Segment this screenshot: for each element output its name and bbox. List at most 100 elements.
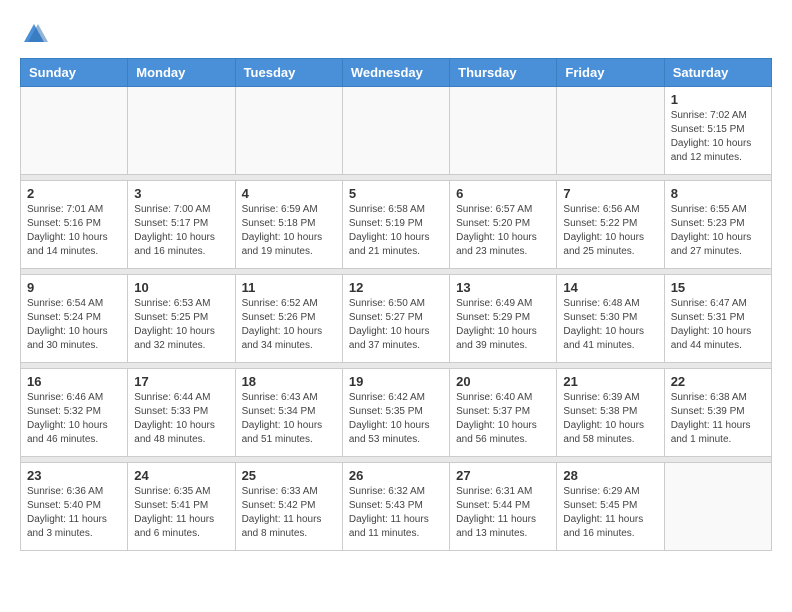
calendar-week-4: 16 Sunrise: 6:46 AM Sunset: 5:32 PM Dayli… bbox=[21, 369, 772, 457]
calendar-cell: 11 Sunrise: 6:52 AM Sunset: 5:26 PM Dayli… bbox=[235, 275, 342, 363]
day-info: Sunrise: 6:39 AM Sunset: 5:38 PM Dayligh… bbox=[563, 391, 657, 447]
day-info: Sunrise: 6:50 AM Sunset: 5:27 PM Dayligh… bbox=[349, 297, 443, 353]
day-number: 14 bbox=[563, 280, 657, 295]
calendar-cell bbox=[235, 87, 342, 175]
weekday-header-thursday: Thursday bbox=[450, 59, 557, 87]
calendar-cell: 19 Sunrise: 6:42 AM Sunset: 5:35 PM Dayli… bbox=[342, 369, 449, 457]
day-number: 28 bbox=[563, 468, 657, 483]
calendar-week-2: 2 Sunrise: 7:01 AM Sunset: 5:16 PM Daylig… bbox=[21, 181, 772, 269]
day-number: 13 bbox=[456, 280, 550, 295]
weekday-header-row: SundayMondayTuesdayWednesdayThursdayFrid… bbox=[21, 59, 772, 87]
day-number: 12 bbox=[349, 280, 443, 295]
calendar-cell bbox=[557, 87, 664, 175]
calendar-cell: 3 Sunrise: 7:00 AM Sunset: 5:17 PM Daylig… bbox=[128, 181, 235, 269]
calendar-cell bbox=[342, 87, 449, 175]
day-number: 9 bbox=[27, 280, 121, 295]
day-number: 6 bbox=[456, 186, 550, 201]
calendar-cell: 8 Sunrise: 6:55 AM Sunset: 5:23 PM Daylig… bbox=[664, 181, 771, 269]
calendar-cell: 24 Sunrise: 6:35 AM Sunset: 5:41 PM Dayli… bbox=[128, 463, 235, 551]
day-number: 3 bbox=[134, 186, 228, 201]
logo bbox=[20, 20, 52, 48]
day-number: 21 bbox=[563, 374, 657, 389]
day-number: 1 bbox=[671, 92, 765, 107]
day-info: Sunrise: 6:47 AM Sunset: 5:31 PM Dayligh… bbox=[671, 297, 765, 353]
day-info: Sunrise: 6:29 AM Sunset: 5:45 PM Dayligh… bbox=[563, 485, 657, 541]
day-info: Sunrise: 6:48 AM Sunset: 5:30 PM Dayligh… bbox=[563, 297, 657, 353]
calendar-cell: 25 Sunrise: 6:33 AM Sunset: 5:42 PM Dayli… bbox=[235, 463, 342, 551]
day-number: 16 bbox=[27, 374, 121, 389]
calendar-cell bbox=[128, 87, 235, 175]
calendar-cell: 6 Sunrise: 6:57 AM Sunset: 5:20 PM Daylig… bbox=[450, 181, 557, 269]
calendar-week-3: 9 Sunrise: 6:54 AM Sunset: 5:24 PM Daylig… bbox=[21, 275, 772, 363]
weekday-header-saturday: Saturday bbox=[664, 59, 771, 87]
calendar-cell: 9 Sunrise: 6:54 AM Sunset: 5:24 PM Daylig… bbox=[21, 275, 128, 363]
day-info: Sunrise: 6:36 AM Sunset: 5:40 PM Dayligh… bbox=[27, 485, 121, 541]
day-info: Sunrise: 6:35 AM Sunset: 5:41 PM Dayligh… bbox=[134, 485, 228, 541]
day-info: Sunrise: 6:58 AM Sunset: 5:19 PM Dayligh… bbox=[349, 203, 443, 259]
day-number: 15 bbox=[671, 280, 765, 295]
day-info: Sunrise: 6:59 AM Sunset: 5:18 PM Dayligh… bbox=[242, 203, 336, 259]
day-info: Sunrise: 6:40 AM Sunset: 5:37 PM Dayligh… bbox=[456, 391, 550, 447]
day-number: 17 bbox=[134, 374, 228, 389]
calendar-cell: 21 Sunrise: 6:39 AM Sunset: 5:38 PM Dayli… bbox=[557, 369, 664, 457]
weekday-header-friday: Friday bbox=[557, 59, 664, 87]
day-number: 5 bbox=[349, 186, 443, 201]
calendar-cell: 16 Sunrise: 6:46 AM Sunset: 5:32 PM Dayli… bbox=[21, 369, 128, 457]
day-number: 7 bbox=[563, 186, 657, 201]
calendar-cell: 27 Sunrise: 6:31 AM Sunset: 5:44 PM Dayli… bbox=[450, 463, 557, 551]
weekday-header-sunday: Sunday bbox=[21, 59, 128, 87]
day-info: Sunrise: 6:56 AM Sunset: 5:22 PM Dayligh… bbox=[563, 203, 657, 259]
day-number: 8 bbox=[671, 186, 765, 201]
calendar-cell: 12 Sunrise: 6:50 AM Sunset: 5:27 PM Dayli… bbox=[342, 275, 449, 363]
calendar-cell: 2 Sunrise: 7:01 AM Sunset: 5:16 PM Daylig… bbox=[21, 181, 128, 269]
day-number: 25 bbox=[242, 468, 336, 483]
day-info: Sunrise: 6:38 AM Sunset: 5:39 PM Dayligh… bbox=[671, 391, 765, 447]
day-number: 24 bbox=[134, 468, 228, 483]
day-number: 10 bbox=[134, 280, 228, 295]
calendar-cell: 7 Sunrise: 6:56 AM Sunset: 5:22 PM Daylig… bbox=[557, 181, 664, 269]
day-number: 20 bbox=[456, 374, 550, 389]
calendar-cell: 17 Sunrise: 6:44 AM Sunset: 5:33 PM Dayli… bbox=[128, 369, 235, 457]
calendar-cell: 23Sunrise: 6:36 AM Sunset: 5:40 PM Dayli… bbox=[21, 463, 128, 551]
day-info: Sunrise: 6:33 AM Sunset: 5:42 PM Dayligh… bbox=[242, 485, 336, 541]
calendar-cell bbox=[664, 463, 771, 551]
day-info: Sunrise: 6:32 AM Sunset: 5:43 PM Dayligh… bbox=[349, 485, 443, 541]
day-info: Sunrise: 6:54 AM Sunset: 5:24 PM Dayligh… bbox=[27, 297, 121, 353]
day-number: 19 bbox=[349, 374, 443, 389]
day-info: Sunrise: 6:44 AM Sunset: 5:33 PM Dayligh… bbox=[134, 391, 228, 447]
weekday-header-wednesday: Wednesday bbox=[342, 59, 449, 87]
weekday-header-tuesday: Tuesday bbox=[235, 59, 342, 87]
calendar-cell: 20 Sunrise: 6:40 AM Sunset: 5:37 PM Dayli… bbox=[450, 369, 557, 457]
weekday-header-monday: Monday bbox=[128, 59, 235, 87]
calendar-cell: 14 Sunrise: 6:48 AM Sunset: 5:30 PM Dayli… bbox=[557, 275, 664, 363]
day-info: Sunrise: 6:42 AM Sunset: 5:35 PM Dayligh… bbox=[349, 391, 443, 447]
day-info: Sunrise: 6:53 AM Sunset: 5:25 PM Dayligh… bbox=[134, 297, 228, 353]
day-number: 27 bbox=[456, 468, 550, 483]
calendar-cell: 18 Sunrise: 6:43 AM Sunset: 5:34 PM Dayli… bbox=[235, 369, 342, 457]
day-number: 18 bbox=[242, 374, 336, 389]
calendar-week-1: 1 Sunrise: 7:02 AM Sunset: 5:15 PM Daylig… bbox=[21, 87, 772, 175]
day-number: 2 bbox=[27, 186, 121, 201]
day-info: Sunrise: 6:52 AM Sunset: 5:26 PM Dayligh… bbox=[242, 297, 336, 353]
day-number: 11 bbox=[242, 280, 336, 295]
page-header bbox=[20, 20, 772, 48]
calendar-cell: 22 Sunrise: 6:38 AM Sunset: 5:39 PM Dayli… bbox=[664, 369, 771, 457]
day-info: Sunrise: 6:55 AM Sunset: 5:23 PM Dayligh… bbox=[671, 203, 765, 259]
day-info: Sunrise: 6:31 AM Sunset: 5:44 PM Dayligh… bbox=[456, 485, 550, 541]
day-number: 4 bbox=[242, 186, 336, 201]
calendar-cell: 4 Sunrise: 6:59 AM Sunset: 5:18 PM Daylig… bbox=[235, 181, 342, 269]
day-number: 22 bbox=[671, 374, 765, 389]
calendar-table: SundayMondayTuesdayWednesdayThursdayFrid… bbox=[20, 58, 772, 551]
calendar-cell: 13Sunrise: 6:49 AM Sunset: 5:29 PM Dayli… bbox=[450, 275, 557, 363]
day-info: Sunrise: 7:02 AM Sunset: 5:15 PM Dayligh… bbox=[671, 109, 765, 165]
day-info: Sunrise: 6:43 AM Sunset: 5:34 PM Dayligh… bbox=[242, 391, 336, 447]
day-info: Sunrise: 7:01 AM Sunset: 5:16 PM Dayligh… bbox=[27, 203, 121, 259]
calendar-week-5: 23Sunrise: 6:36 AM Sunset: 5:40 PM Dayli… bbox=[21, 463, 772, 551]
day-info: Sunrise: 7:00 AM Sunset: 5:17 PM Dayligh… bbox=[134, 203, 228, 259]
calendar-cell: 26 Sunrise: 6:32 AM Sunset: 5:43 PM Dayli… bbox=[342, 463, 449, 551]
day-number: 26 bbox=[349, 468, 443, 483]
calendar-cell bbox=[450, 87, 557, 175]
calendar-cell: 15 Sunrise: 6:47 AM Sunset: 5:31 PM Dayli… bbox=[664, 275, 771, 363]
day-info: Sunrise: 6:57 AM Sunset: 5:20 PM Dayligh… bbox=[456, 203, 550, 259]
day-info: Sunrise: 6:46 AM Sunset: 5:32 PM Dayligh… bbox=[27, 391, 121, 447]
